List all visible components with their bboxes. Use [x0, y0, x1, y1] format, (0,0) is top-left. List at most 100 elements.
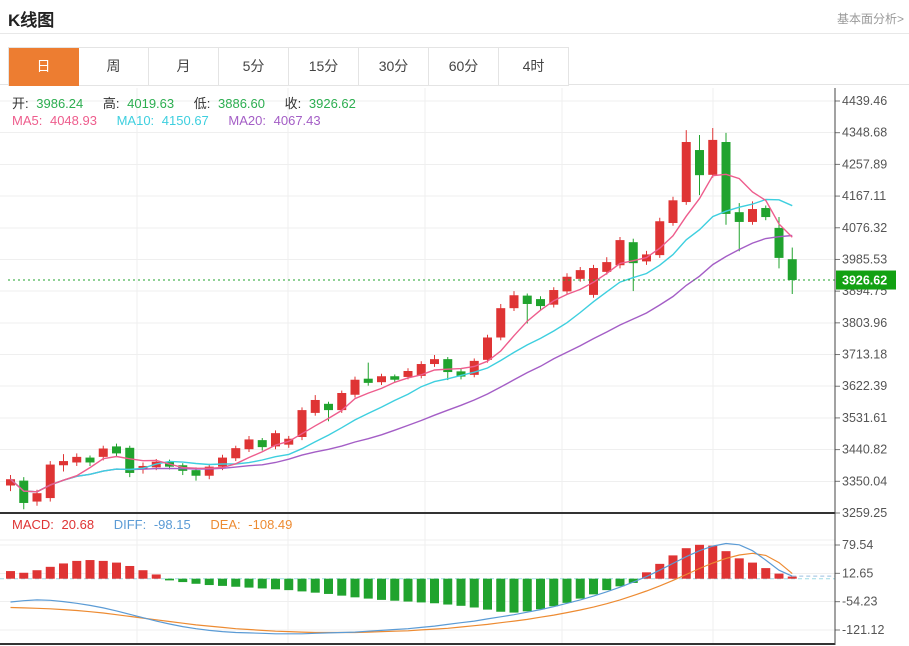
macd-bar — [152, 574, 161, 578]
macd-bar — [311, 579, 320, 593]
tab-15min[interactable]: 15分 — [289, 48, 359, 86]
tab-monthly[interactable]: 月 — [149, 48, 219, 86]
candle-body — [708, 140, 717, 175]
candle-body — [616, 240, 625, 265]
macd-bar — [576, 579, 585, 599]
diff-label: DIFF: — [114, 517, 147, 532]
tab-5min[interactable]: 5分 — [219, 48, 289, 86]
ohlc-row: 开: 3986.24 高: 4019.63 低: 3886.60 收: 3926… — [12, 93, 360, 112]
macd-bar — [46, 567, 55, 579]
candle-body — [443, 359, 452, 372]
candle-body — [192, 470, 201, 476]
macd-bar — [258, 579, 267, 589]
macd-bar — [125, 566, 134, 579]
candle-body — [404, 371, 413, 377]
macd-row: MACD: 20.68 DIFF: -98.15 DEA: -108.49 — [12, 517, 296, 532]
macd-bar — [443, 579, 452, 605]
y-axis-label: 3531.61 — [842, 411, 887, 425]
tab-30min[interactable]: 30分 — [359, 48, 429, 86]
y-axis-label: 3803.96 — [842, 316, 887, 330]
candle-body — [430, 359, 439, 364]
candle-body — [523, 296, 532, 304]
close-value: 3926.62 — [309, 96, 356, 111]
candle-body — [258, 440, 267, 447]
macd-bar — [377, 579, 386, 600]
macd-bar — [602, 579, 611, 590]
candle-body — [245, 439, 254, 449]
candle-body — [46, 465, 55, 499]
candle-body — [86, 458, 95, 463]
candle-body — [722, 142, 731, 214]
candle-body — [483, 337, 492, 359]
macd-bar — [245, 579, 254, 588]
macd-axis-label: -54.23 — [842, 595, 877, 609]
candle-body — [99, 449, 108, 457]
y-axis-label: 4167.11 — [842, 189, 886, 203]
y-axis-label: 3350.04 — [842, 474, 887, 488]
tab-4hour[interactable]: 4时 — [499, 48, 569, 86]
y-axis-label: 3622.39 — [842, 379, 887, 393]
candle-body — [231, 448, 240, 458]
price-badge-label: 3926.62 — [842, 274, 887, 288]
low-label: 低: — [194, 96, 211, 111]
tab-daily[interactable]: 日 — [9, 48, 79, 86]
macd-bar — [483, 579, 492, 610]
candle-body — [735, 212, 744, 222]
macd-bar — [510, 579, 519, 613]
candle-body — [364, 379, 373, 383]
open-value: 3986.24 — [36, 96, 83, 111]
high-label: 高: — [103, 96, 120, 111]
high-value: 4019.63 — [127, 96, 174, 111]
macd-bar — [549, 579, 558, 607]
macd-bar — [722, 551, 731, 579]
macd-bar — [775, 574, 784, 579]
y-axis-label: 4348.68 — [842, 126, 887, 140]
candle-body — [669, 200, 678, 223]
macd-bar — [337, 579, 346, 596]
candle-body — [563, 277, 572, 292]
candle-body — [510, 295, 519, 308]
macd-bar — [470, 579, 479, 608]
fundamental-analysis-link[interactable]: 基本面分析> — [837, 10, 904, 27]
candle-body — [311, 400, 320, 413]
ma5-value: 4048.93 — [50, 113, 97, 128]
macd-bar — [496, 579, 505, 612]
macd-bar — [735, 558, 744, 578]
macd-axis-label: 12.65 — [842, 566, 873, 580]
tab-weekly[interactable]: 周 — [79, 48, 149, 86]
macd-bar — [178, 579, 187, 582]
candle-body — [748, 209, 757, 222]
open-label: 开: — [12, 96, 29, 111]
macd-bar — [788, 577, 797, 579]
macd-bar — [536, 579, 545, 609]
diff-value: -98.15 — [154, 517, 191, 532]
ma10-value: 4150.67 — [162, 113, 209, 128]
macd-bar — [390, 579, 399, 601]
macd-bar — [112, 563, 121, 579]
macd-bar — [205, 579, 214, 585]
candle-body — [72, 457, 81, 463]
y-axis-label: 3440.82 — [842, 443, 887, 457]
candle-body — [59, 461, 68, 465]
candle-body — [761, 208, 770, 217]
candle-body — [33, 493, 42, 501]
candle-body — [112, 446, 121, 453]
macd-bar — [430, 579, 439, 604]
ma-row: MA5: 4048.93 MA10: 4150.67 MA20: 4067.43 — [12, 113, 325, 128]
candle-body — [377, 376, 386, 382]
header: K线图 基本面分析> — [0, 0, 909, 34]
macd-bar — [231, 579, 240, 587]
candle-body — [788, 259, 797, 280]
macd-bar — [669, 555, 678, 578]
y-axis-label: 4439.46 — [842, 94, 887, 108]
low-value: 3886.60 — [218, 96, 265, 111]
macd-axis-label: -121.12 — [842, 623, 884, 637]
close-label: 收: — [285, 96, 302, 111]
kline-page: K线图 基本面分析> 日 周 月 5分 15分 30分 60分 4时 4439.… — [0, 0, 909, 646]
macd-bar — [563, 579, 572, 603]
y-axis-label: 3259.25 — [842, 506, 887, 520]
tab-60min[interactable]: 60分 — [429, 48, 499, 86]
macd-bar — [218, 579, 227, 586]
macd-bar — [589, 579, 598, 595]
period-tab-bar: 日 周 月 5分 15分 30分 60分 4时 — [8, 47, 569, 86]
